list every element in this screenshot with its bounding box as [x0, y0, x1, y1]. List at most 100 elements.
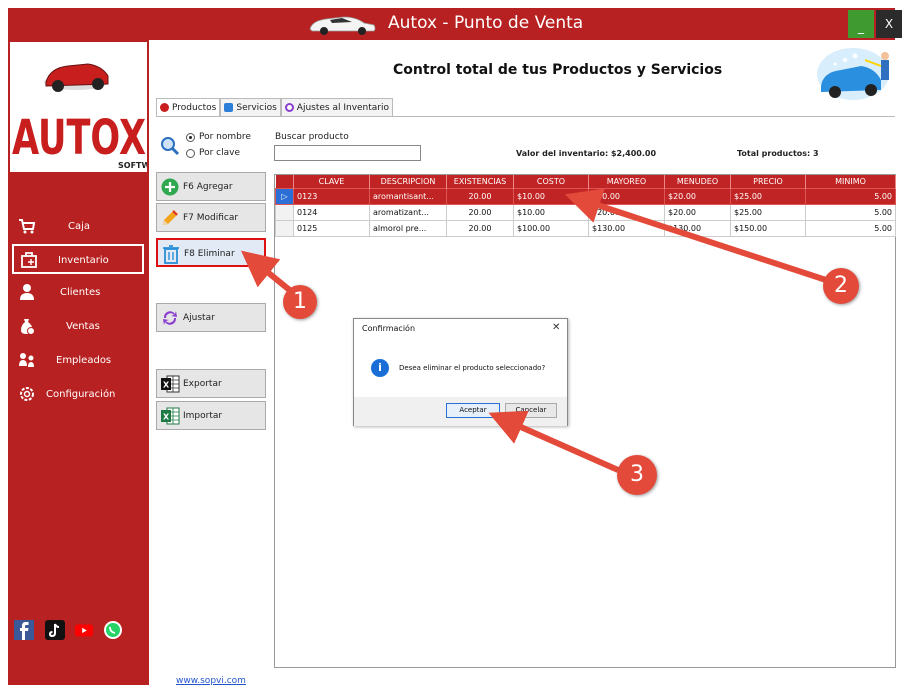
user-icon — [20, 284, 34, 300]
radio-por-nombre[interactable]: Por nombre — [186, 132, 251, 142]
sidebar-item-configuracion[interactable]: Configuración — [12, 380, 144, 410]
table-cell: 20.00 — [446, 219, 514, 237]
tab-label: Ajustes al Inventario — [296, 102, 390, 113]
table-row[interactable]: 0124 aromatizant... 20.00 $10.00 $20.00 … — [275, 203, 896, 221]
cart-icon — [19, 219, 36, 234]
plus-icon — [161, 178, 179, 196]
search-input[interactable] — [274, 145, 421, 161]
row-indicator — [275, 219, 294, 237]
svg-text:X: X — [163, 413, 170, 422]
table-cell: $20.00 — [588, 203, 665, 221]
facebook-icon[interactable] — [14, 620, 34, 640]
cancel-button[interactable]: Cancelar — [505, 403, 557, 418]
pencil-icon — [163, 210, 178, 225]
table-cell: 20.00 — [446, 203, 514, 221]
table-cell: $130.00 — [588, 219, 665, 237]
row-indicator-header — [275, 175, 294, 188]
annotation-badge: 1 — [283, 285, 317, 319]
sidebar-item-clientes[interactable]: Clientes — [12, 278, 144, 308]
table-cell: 5.00 — [805, 203, 896, 221]
table-cell: $20.00 — [588, 187, 665, 205]
search-icon — [161, 137, 180, 156]
minimize-button[interactable]: _ — [848, 10, 874, 38]
table-cell: $25.00 — [730, 187, 806, 205]
table-cell: 0124 — [293, 203, 370, 221]
sidebar-item-label: Inventario — [58, 255, 109, 266]
tab-label: Productos — [172, 102, 217, 113]
svg-text:AUTOX: AUTOX — [12, 110, 146, 166]
tab-bar: Productos Servicios Ajustes al Inventari… — [156, 98, 394, 116]
car-wash-illustration — [817, 48, 889, 100]
table-row[interactable]: ▷ 0123 aromantisant... 20.00 $10.00 $20.… — [275, 187, 896, 205]
money-bag-icon — [21, 319, 35, 335]
dialog-message: Desea eliminar el producto seleccionado? — [399, 364, 546, 372]
app-window: Autox - Punto de Venta _ X AUTOX SOFTWAR… — [0, 0, 903, 685]
service-icon — [224, 103, 234, 112]
dialog-close-button[interactable]: ✕ — [552, 322, 560, 333]
sidebar: AUTOX SOFTWARE Caja Inventario Clientes … — [8, 40, 168, 685]
table-cell: $10.00 — [513, 203, 589, 221]
sidebar-item-label: Configuración — [46, 389, 116, 400]
export-button[interactable]: X Exportar — [156, 369, 266, 398]
dialog-footer: Aceptar Cancelar — [354, 397, 567, 426]
sidebar-item-caja[interactable]: Caja — [12, 212, 144, 242]
column-header[interactable]: CLAVE — [293, 175, 370, 188]
info-icon: i — [371, 359, 389, 377]
close-button[interactable]: X — [876, 10, 902, 38]
svg-text:X: X — [163, 381, 170, 390]
column-header[interactable]: EXISTENCIAS — [446, 175, 514, 188]
table-cell: $100.00 — [513, 219, 589, 237]
car-icon — [309, 16, 376, 35]
sidebar-item-label: Caja — [68, 221, 91, 232]
page-title: Control total de tus Productos y Servici… — [393, 62, 723, 78]
radio-por-clave[interactable]: Por clave — [186, 148, 240, 158]
sync-icon — [163, 311, 177, 325]
whatsapp-icon[interactable] — [103, 620, 123, 640]
tab-label: Servicios — [236, 102, 277, 113]
tiktok-icon[interactable] — [45, 620, 65, 640]
column-header[interactable]: MINIMO — [805, 175, 896, 188]
import-button[interactable]: X Importar — [156, 401, 266, 430]
excel-icon: X — [161, 407, 180, 425]
inventory-value: Valor del inventario: $2,400.00 — [516, 149, 657, 158]
window-title: Autox - Punto de Venta — [388, 13, 584, 33]
sidebar-item-empleados[interactable]: Empleados — [12, 346, 144, 376]
radio-indicator — [186, 132, 195, 142]
table-cell: almorol pre... — [369, 219, 447, 237]
tab-productos[interactable]: Productos — [156, 98, 221, 116]
column-header[interactable]: COSTO — [513, 175, 589, 188]
accept-button[interactable]: Aceptar — [446, 403, 500, 418]
website-link[interactable]: www.sopvi.com — [176, 676, 246, 685]
sidebar-item-label: Clientes — [60, 287, 101, 298]
youtube-icon[interactable] — [74, 620, 94, 640]
dialog-title: Confirmación — [362, 324, 416, 333]
tab-ajustes[interactable]: Ajustes al Inventario — [280, 98, 394, 116]
button-label: F8 Eliminar — [184, 249, 235, 259]
sidebar-item-inventario[interactable]: Inventario — [12, 244, 144, 274]
button-label: Importar — [183, 411, 223, 421]
table-cell: $20.00 — [664, 187, 731, 205]
trash-icon — [163, 245, 179, 264]
tab-servicios[interactable]: Servicios — [220, 98, 281, 116]
annotation-badge: 3 — [617, 455, 657, 495]
row-indicator — [275, 203, 294, 221]
sidebar-item-ventas[interactable]: Ventas — [12, 312, 144, 342]
title-bar: Autox - Punto de Venta _ X — [8, 8, 902, 40]
radio-label: Por nombre — [199, 132, 251, 142]
column-header[interactable]: PRECIO — [730, 175, 806, 188]
employees-icon — [19, 353, 34, 367]
button-label: Exportar — [183, 379, 222, 389]
table-cell: 0123 — [293, 187, 370, 205]
table-cell: $150.00 — [730, 219, 806, 237]
table-cell: $25.00 — [730, 203, 806, 221]
table-cell: 5.00 — [805, 187, 896, 205]
delete-button[interactable]: F8 Eliminar — [156, 238, 266, 267]
column-header[interactable]: DESCRIPCION — [369, 175, 447, 188]
table-cell: $130.00 — [664, 219, 731, 237]
edit-button[interactable]: F7 Modificar — [156, 203, 266, 232]
adjust-button[interactable]: Ajustar — [156, 303, 266, 332]
add-button[interactable]: F6 Agregar — [156, 172, 266, 201]
table-row[interactable]: 0125 almorol pre... 20.00 $100.00 $130.0… — [275, 219, 896, 237]
column-header[interactable]: MAYOREO — [588, 175, 665, 188]
column-header[interactable]: MENUDEO — [664, 175, 731, 188]
